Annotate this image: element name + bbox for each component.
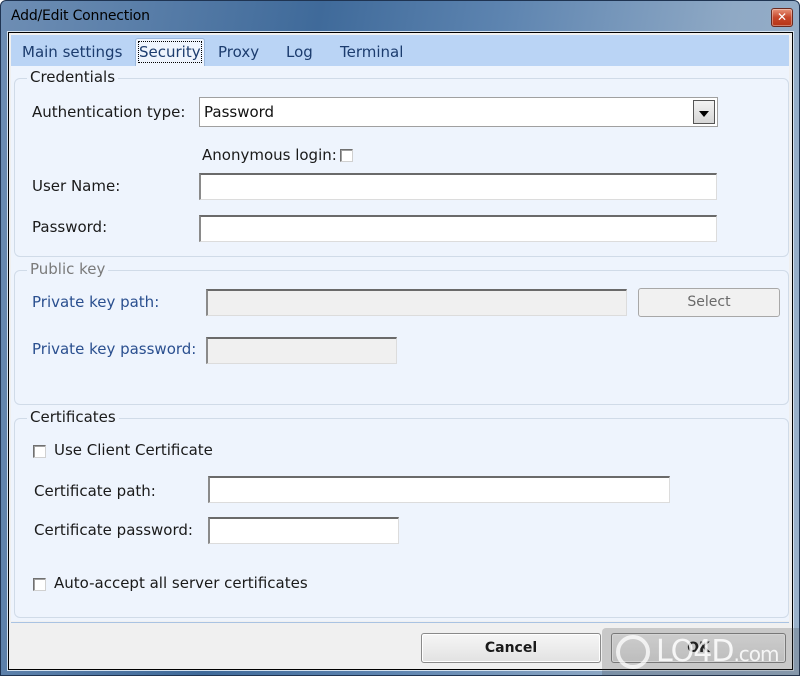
tab-log[interactable]: Log: [286, 41, 313, 65]
cancel-button-label: Cancel: [484, 640, 538, 656]
auto-accept-label[interactable]: Auto-accept all server certificates: [54, 574, 308, 592]
credentials-group: Credentials Authentication type: Passwor…: [14, 68, 789, 257]
private-key-path-label: Private key path:: [32, 293, 160, 311]
tab-label: Proxy: [218, 43, 260, 61]
certificates-group-title: Certificates: [27, 408, 119, 426]
close-icon: ✕: [776, 10, 788, 24]
cert-password-input[interactable]: [208, 517, 399, 544]
private-key-password-label: Private key password:: [32, 340, 197, 358]
use-client-cert-checkbox[interactable]: [33, 445, 46, 458]
username-label: User Name:: [32, 177, 121, 195]
watermark-suffix: .com: [733, 642, 779, 666]
public-key-group: Public key Private key path: Select Priv…: [14, 260, 789, 405]
public-key-group-title: Public key: [27, 260, 109, 278]
window-title: Add/Edit Connection: [11, 8, 150, 24]
tab-label: Terminal: [340, 43, 404, 61]
select-key-button[interactable]: Select: [638, 288, 780, 317]
credentials-group-title: Credentials: [27, 68, 119, 86]
select-button-label: Select: [687, 294, 731, 310]
password-label: Password:: [32, 218, 108, 236]
tab-terminal[interactable]: Terminal: [340, 41, 403, 65]
title-bar[interactable]: Add/Edit Connection ✕: [1, 1, 799, 33]
cert-path-input[interactable]: [208, 476, 670, 503]
auth-type-label: Authentication type:: [32, 103, 186, 121]
watermark-text: LO4D.com: [656, 634, 780, 669]
dialog-window: Add/Edit Connection ✕ Main settings Secu…: [0, 0, 800, 676]
tab-security[interactable]: Security: [135, 38, 205, 66]
username-input[interactable]: [199, 173, 717, 200]
private-key-password-input[interactable]: [206, 337, 397, 364]
use-client-cert-label[interactable]: Use Client Certificate: [54, 441, 213, 459]
anonymous-login-label: Anonymous login:: [202, 146, 337, 164]
tab-main-settings[interactable]: Main settings: [22, 41, 122, 65]
watermark-brand: LO4D: [656, 634, 734, 669]
tab-label: Security: [138, 41, 202, 63]
private-key-path-input[interactable]: [206, 289, 627, 316]
cert-path-label: Certificate path:: [34, 482, 156, 500]
auth-type-select[interactable]: Password: [199, 97, 718, 127]
anonymous-login-checkbox[interactable]: [340, 149, 353, 162]
cancel-button[interactable]: Cancel: [421, 633, 601, 663]
tab-strip: Main settings Security Proxy Log Termina…: [11, 35, 789, 67]
tab-label: Main settings: [22, 43, 123, 61]
dialog-client-area: Main settings Security Proxy Log Termina…: [8, 32, 793, 670]
tab-proxy[interactable]: Proxy: [218, 41, 259, 65]
chevron-down-icon[interactable]: [693, 100, 715, 124]
cert-password-label: Certificate password:: [34, 521, 193, 539]
security-tab-panel: Credentials Authentication type: Passwor…: [11, 66, 789, 621]
password-input[interactable]: [199, 215, 717, 242]
lo4d-watermark: LO4D.com: [602, 628, 800, 676]
close-button[interactable]: ✕: [771, 8, 793, 27]
lo4d-logo-icon: [616, 635, 650, 669]
auto-accept-checkbox[interactable]: [33, 578, 46, 591]
certificates-group: Certificates Use Client Certificate Cert…: [14, 408, 789, 618]
tab-label: Log: [286, 43, 313, 61]
auth-type-value: Password: [204, 103, 275, 121]
